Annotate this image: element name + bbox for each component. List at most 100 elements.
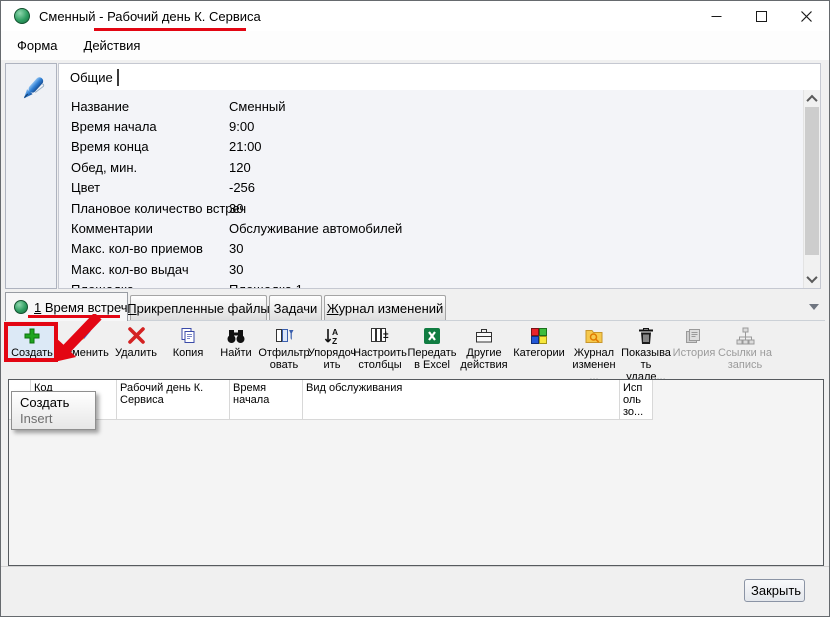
filter-button[interactable]: Отфильтр овать xyxy=(259,325,309,371)
field-value[interactable]: 30 xyxy=(229,241,243,256)
tab-change-log[interactable]: Журнал изменений xyxy=(324,295,446,321)
field-value[interactable]: 30 xyxy=(229,201,243,216)
property-grid: НазваниеСменный Время начала9:00 Время к… xyxy=(59,90,803,288)
field-value[interactable]: -256 xyxy=(229,180,255,195)
field-row: КомментарииОбслуживание автомобилей xyxy=(59,218,803,238)
field-label: Время конца xyxy=(71,139,229,154)
field-value[interactable]: Сменный xyxy=(229,99,286,114)
field-row: Время конца21:00 xyxy=(59,137,803,157)
show-deleted-button[interactable]: Показыва ть удале... xyxy=(621,325,671,383)
tab-general[interactable]: Общие xyxy=(70,70,113,85)
tooltip-title: Создать xyxy=(20,395,95,411)
delete-button[interactable]: Удалить xyxy=(111,325,161,359)
annotation-title-underline xyxy=(94,28,246,31)
field-label: Плановое количество встреч xyxy=(71,201,229,216)
app-icon xyxy=(14,8,30,24)
tree-links-icon xyxy=(735,325,755,346)
scrollbar-thumb[interactable] xyxy=(805,107,819,255)
app-window: Сменный - Рабочий день К. Сервиса Форма … xyxy=(0,0,830,617)
sort-button[interactable]: AZ Упорядоч ить xyxy=(311,325,353,371)
svg-text:±: ± xyxy=(383,330,389,341)
field-label: Цвет xyxy=(71,180,229,195)
scroll-up-button[interactable] xyxy=(804,91,820,107)
field-row: Плановое количество встреч30 xyxy=(59,198,803,218)
meeting-times-table: Код Рабочий день К. Сервиса Время начала… xyxy=(8,379,824,566)
column-header-workday[interactable]: Рабочий день К. Сервиса xyxy=(117,380,230,420)
grid-toolbar: Создать Изменить Удалить Копия Найти Отф… xyxy=(5,320,825,379)
svg-text:Z: Z xyxy=(332,336,337,345)
close-icon xyxy=(801,11,812,22)
chevron-down-icon xyxy=(806,272,817,283)
field-value[interactable]: Обслуживание автомобилей xyxy=(229,221,402,236)
field-row: НазваниеСменный xyxy=(59,96,803,116)
categories-icon xyxy=(530,325,548,346)
field-row: Макс. кол-во выдач30 xyxy=(59,259,803,279)
other-actions-button[interactable]: Другие действия xyxy=(459,325,509,371)
copy-button[interactable]: Копия xyxy=(163,325,213,359)
column-header-usage[interactable]: Исп оль зо... xyxy=(620,380,653,420)
field-row: ПлощадкаПлощадка 1 xyxy=(59,280,803,288)
delete-x-icon xyxy=(127,325,146,346)
tab-tasks[interactable]: Задачи xyxy=(269,295,322,321)
column-header-start-time[interactable]: Время начала xyxy=(230,380,303,420)
field-label: Комментарии xyxy=(71,221,229,236)
briefcase-icon xyxy=(474,325,494,346)
table-header-filler xyxy=(653,380,823,420)
history-icon xyxy=(684,325,704,346)
general-form-panel: Общие НазваниеСменный Время начала9:00 В… xyxy=(58,63,821,289)
field-label: Площадка xyxy=(71,282,229,288)
minimize-button[interactable] xyxy=(694,1,739,31)
column-header-service-type[interactable]: Вид обслуживания xyxy=(303,380,620,420)
maximize-button[interactable] xyxy=(739,1,784,31)
trash-icon xyxy=(638,325,654,346)
table-header-row: Код Рабочий день К. Сервиса Время начала… xyxy=(9,380,823,420)
sort-az-icon: AZ xyxy=(323,325,342,346)
tooltip-shortcut: Insert xyxy=(20,411,95,427)
chevron-up-icon xyxy=(806,95,817,106)
field-label: Время начала xyxy=(71,119,229,134)
field-label: Обед, мин. xyxy=(71,160,229,175)
menu-actions[interactable]: Действия xyxy=(71,34,154,57)
close-form-button[interactable]: Закрыть xyxy=(744,579,805,602)
field-row: Обед, мин.120 xyxy=(59,157,803,177)
menu-form[interactable]: Форма xyxy=(4,34,71,57)
create-tooltip: Создать Insert xyxy=(11,391,96,430)
form-scrollbar[interactable] xyxy=(803,90,820,288)
menu-bar: Форма Действия xyxy=(1,31,829,60)
detail-tab-strip: 1 Время встреч Прикрепленные файлы Задач… xyxy=(5,292,825,321)
configure-columns-button[interactable]: ± Настроить столбцы xyxy=(355,325,405,371)
history-button: История xyxy=(673,325,715,359)
binoculars-icon xyxy=(226,325,246,346)
tab-attached-files[interactable]: Прикрепленные файлы xyxy=(130,295,267,321)
tab-sphere-icon xyxy=(14,300,28,314)
annotation-arrow xyxy=(41,314,111,366)
filter-icon xyxy=(275,325,294,346)
field-label: Макс. кол-во приемов xyxy=(71,241,229,256)
columns-icon: ± xyxy=(370,325,390,346)
field-value[interactable]: 21:00 xyxy=(229,139,262,154)
scroll-down-button[interactable] xyxy=(804,271,820,287)
categories-button[interactable]: Категории xyxy=(511,325,567,359)
field-row: Цвет-256 xyxy=(59,178,803,198)
footer-bar: Закрыть xyxy=(1,566,829,616)
window-title: Сменный - Рабочий день К. Сервиса xyxy=(39,9,261,24)
close-button[interactable] xyxy=(784,1,829,31)
field-value[interactable]: 9:00 xyxy=(229,119,254,134)
field-row: Макс. кол-во приемов30 xyxy=(59,239,803,259)
form-tab-row: Общие xyxy=(59,64,820,90)
field-value[interactable]: Площадка 1 xyxy=(229,282,303,288)
maximize-icon xyxy=(756,11,767,22)
journal-folder-icon xyxy=(584,325,604,346)
find-button[interactable]: Найти xyxy=(215,325,257,359)
titlebar: Сменный - Рабочий день К. Сервиса xyxy=(1,1,829,31)
tab-overflow-caret[interactable] xyxy=(809,304,819,310)
record-links-button: Ссылки на запись xyxy=(717,325,773,371)
field-row: Время начала9:00 xyxy=(59,116,803,136)
tab-divider xyxy=(117,69,119,86)
excel-icon xyxy=(423,325,441,346)
export-excel-button[interactable]: Передать в Excel xyxy=(407,325,457,371)
field-value[interactable]: 30 xyxy=(229,262,243,277)
field-value[interactable]: 120 xyxy=(229,160,251,175)
change-journal-button[interactable]: Журнал изменен ... xyxy=(569,325,619,383)
minimize-icon xyxy=(711,11,722,22)
